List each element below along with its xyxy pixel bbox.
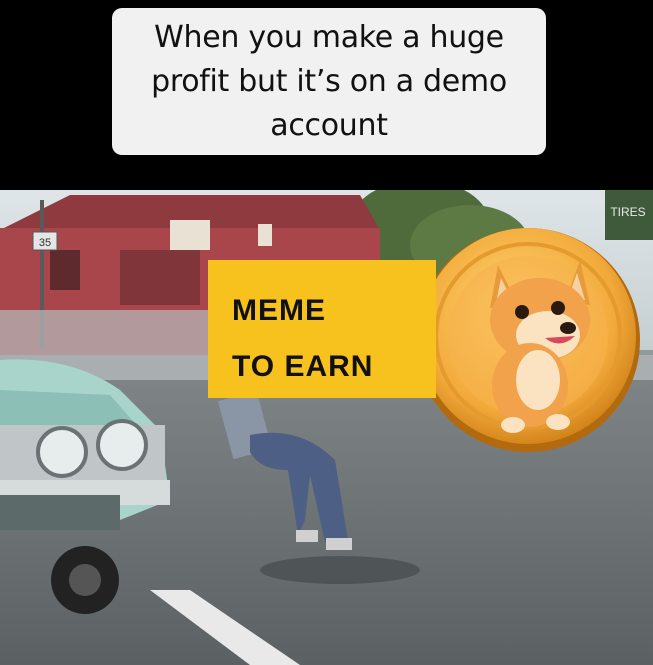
- caption-line-3: account: [270, 107, 388, 143]
- caption-box: When you make a huge profit but it’s on …: [112, 8, 546, 155]
- caption-line-2: profit but it’s on a demo: [151, 63, 507, 99]
- badge-line-1: MEME: [232, 294, 326, 327]
- shop-sign-label: TIRES: [610, 205, 645, 219]
- badge-line-2: TO EARN: [232, 350, 374, 383]
- badge-text: MEME TO EARN: [232, 283, 422, 395]
- caption-band: When you make a huge profit but it’s on …: [0, 0, 653, 190]
- speed-sign-label: 35: [39, 237, 51, 249]
- caption-line-1: When you make a huge: [154, 19, 504, 55]
- shiba-dog-coin-icon: [416, 228, 640, 452]
